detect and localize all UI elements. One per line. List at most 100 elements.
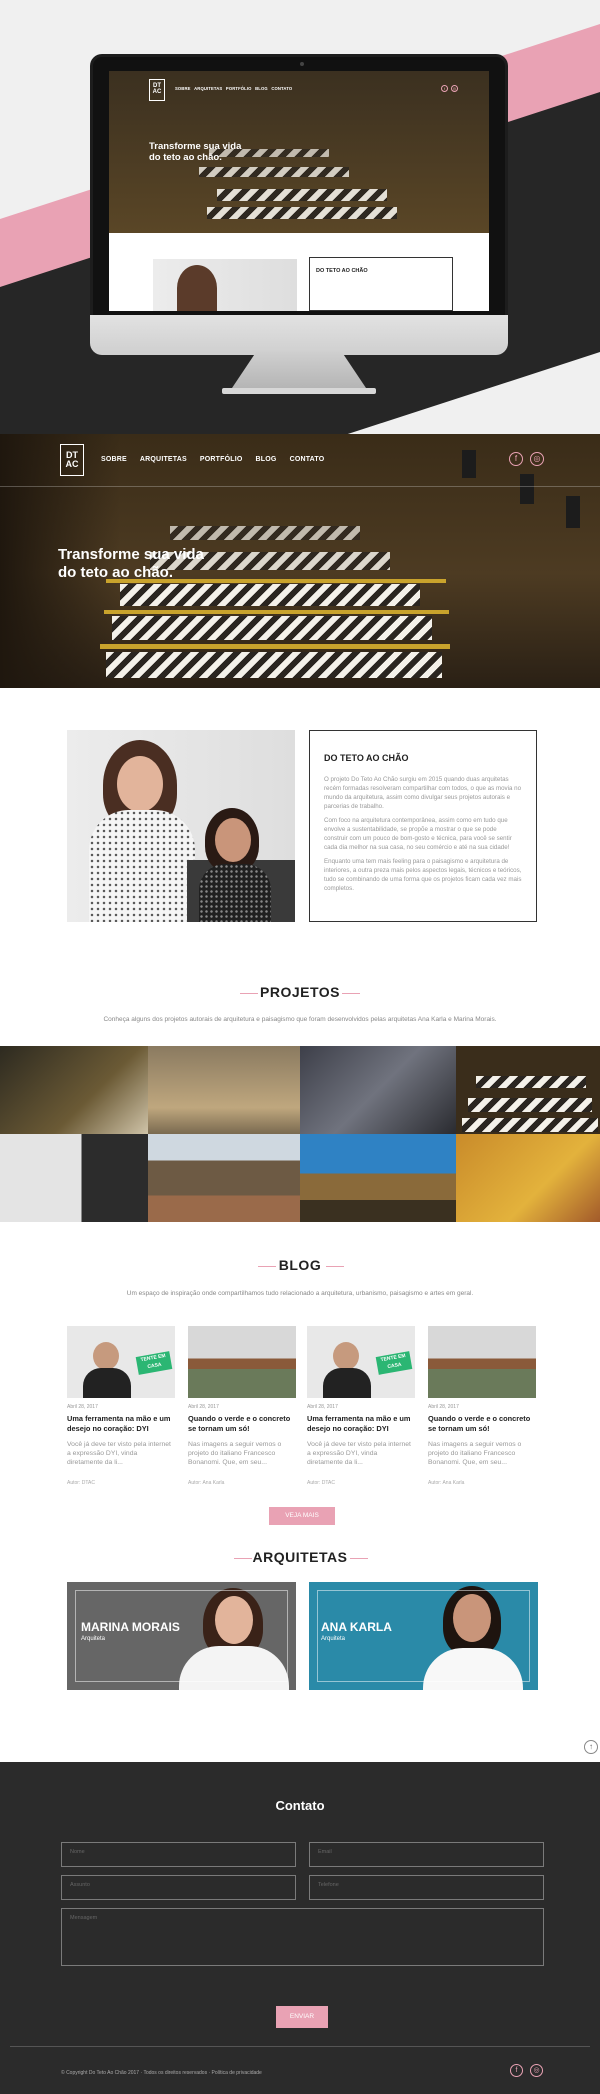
person-shirt xyxy=(323,1368,371,1398)
person2-top xyxy=(199,864,271,922)
screen-logo-bottom: AC xyxy=(152,89,162,95)
nav-arquitetas[interactable]: ARQUITETAS xyxy=(140,456,187,463)
screen-stair xyxy=(207,207,397,219)
footer-instagram-icon[interactable]: ◎ xyxy=(530,2064,543,2077)
phone-field[interactable]: Telefone xyxy=(309,1875,544,1900)
screen-logo: DT AC xyxy=(149,79,165,101)
post-date: Abril 28, 2017 xyxy=(307,1404,338,1410)
about-box: DO TETO AO CHÃO O projeto Do Teto Ao Chã… xyxy=(309,730,537,922)
post-excerpt: Você já deve ter visto pela internet a e… xyxy=(67,1441,171,1466)
post-author: Autor: DTAC xyxy=(67,1480,95,1486)
projects-subtitle: Conheça alguns dos projetos autorais de … xyxy=(103,1016,497,1023)
site-logo[interactable]: DT AC xyxy=(60,444,84,476)
screen-facebook-icon: f xyxy=(441,85,448,92)
project-tile[interactable] xyxy=(148,1046,300,1134)
nav-sobre[interactable]: SOBRE xyxy=(101,456,127,463)
hero-title-line2: do teto ao chão. xyxy=(58,564,174,581)
tile-stair xyxy=(476,1076,586,1088)
message-field[interactable]: Mensagem xyxy=(61,1908,544,1966)
screen-person xyxy=(177,265,217,311)
architect-card-ana[interactable]: ANA KARLA Arquiteta xyxy=(309,1582,538,1690)
about-photo xyxy=(67,730,295,922)
monitor-stand-base xyxy=(222,388,376,394)
tente-badge: TENTE EM CASA xyxy=(135,1351,173,1375)
hero-step-edge xyxy=(100,644,450,649)
blog-more-button[interactable]: VEJA MAIS xyxy=(269,1507,335,1525)
projects-title: PROJETOS xyxy=(260,984,340,1000)
monitor-chin xyxy=(90,315,508,355)
screen-stair xyxy=(199,167,349,177)
person2-face xyxy=(215,818,251,862)
blog-post-card[interactable]: TENTE EM CASA Abril 28, 2017 Uma ferrame… xyxy=(307,1326,415,1486)
contact-title: Contato xyxy=(275,1798,325,1813)
post-image xyxy=(428,1326,536,1398)
project-tile[interactable] xyxy=(456,1046,600,1134)
hero-mockup-section: DT AC SOBRE ARQUITETAS PORTFÓLIO BLOG CON… xyxy=(0,0,600,434)
hero-stair xyxy=(170,526,360,540)
architect-role: Arquiteta xyxy=(321,1636,346,1642)
project-tile[interactable] xyxy=(456,1134,600,1222)
post-title[interactable]: Quando o verde e o concreto se tornam um… xyxy=(188,1414,296,1434)
post-title[interactable]: Uma ferramenta na mão e um desejo no cor… xyxy=(307,1414,415,1434)
post-image: TENTE EM CASA xyxy=(67,1326,175,1398)
name-field[interactable]: Nome xyxy=(61,1842,296,1867)
tente-badge: TENTE EM CASA xyxy=(375,1351,413,1375)
screen-stair xyxy=(217,189,387,201)
blog-post-card[interactable]: Abril 28, 2017 Quando o verde e o concre… xyxy=(188,1326,296,1486)
blog-subtitle: Um espaço de inspiração onde compartilha… xyxy=(126,1290,474,1297)
screen-nav-portfolio: PORTFÓLIO xyxy=(225,87,252,92)
post-excerpt: Nas imagens a seguir vemos o projeto do … xyxy=(188,1441,282,1466)
post-title[interactable]: Quando o verde e o concreto se tornam um… xyxy=(428,1414,536,1434)
architect-role: Arquiteta xyxy=(81,1636,106,1642)
architect-card-marina[interactable]: MARINA MORAIS Arquiteta xyxy=(67,1582,296,1690)
nav-contato[interactable]: CONTATO xyxy=(290,456,325,463)
card-frame xyxy=(75,1590,288,1682)
tile-stair xyxy=(468,1098,592,1112)
hero-stair xyxy=(106,652,442,678)
project-tile[interactable] xyxy=(0,1046,148,1134)
post-author: Autor: Ana Karla xyxy=(428,1480,465,1486)
post-title[interactable]: Uma ferramenta na mão e um desejo no cor… xyxy=(67,1414,175,1434)
submit-button[interactable]: ENVIAR xyxy=(276,2006,328,2028)
wall-lamp xyxy=(462,450,476,478)
post-image: TENTE EM CASA xyxy=(307,1326,415,1398)
architect-name: MARINA MORAIS xyxy=(81,1620,180,1634)
person-head xyxy=(333,1342,359,1370)
wall-lamp xyxy=(566,496,580,528)
screen-about-title: DO TETO AO CHÃO xyxy=(316,268,368,274)
main-nav: SOBRE ARQUITETAS PORTFÓLIO BLOG CONTATO xyxy=(101,456,324,463)
wall-lamp xyxy=(520,474,534,504)
instagram-icon[interactable]: ◎ xyxy=(530,452,544,466)
project-tile[interactable] xyxy=(300,1046,456,1134)
screen-hero-title: Transforme sua vida do teto ao chão. xyxy=(149,141,241,163)
footer-facebook-icon[interactable]: f xyxy=(510,2064,523,2077)
card-frame xyxy=(317,1590,530,1682)
post-author: Autor: Ana Karla xyxy=(188,1480,225,1486)
facebook-icon[interactable]: f xyxy=(509,452,523,466)
architect-name: ANA KARLA xyxy=(321,1620,392,1634)
tile-stair xyxy=(462,1118,598,1132)
hero-title-line1: Transforme sua vida xyxy=(58,546,204,563)
scroll-top-icon[interactable]: ↑ xyxy=(584,1740,598,1754)
project-tile[interactable] xyxy=(300,1134,456,1222)
person-head xyxy=(93,1342,119,1370)
monitor-mockup: DT AC SOBRE ARQUITETAS PORTFÓLIO BLOG CON… xyxy=(90,54,508,355)
blog-post-card[interactable]: TENTE EM CASA Abril 28, 2017 Uma ferrame… xyxy=(67,1326,175,1486)
screen-nav-blog: BLOG xyxy=(255,87,268,92)
project-tile[interactable] xyxy=(0,1134,148,1222)
nav-blog[interactable]: BLOG xyxy=(256,456,277,463)
screen-nav: SOBRE ARQUITETAS PORTFÓLIO BLOG CONTATO xyxy=(175,87,292,91)
hero-stair xyxy=(112,616,432,640)
email-field[interactable]: Email xyxy=(309,1842,544,1867)
logo-bottom: AC xyxy=(65,459,79,469)
screen-nav-sobre: SOBRE xyxy=(175,87,191,92)
nav-portfolio[interactable]: PORTFÓLIO xyxy=(200,456,243,463)
post-date: Abril 28, 2017 xyxy=(428,1404,459,1410)
post-image xyxy=(188,1326,296,1398)
about-paragraph-2: Com foco na arquitetura contemporânea, a… xyxy=(324,817,512,851)
blog-post-card[interactable]: Abril 28, 2017 Quando o verde e o concre… xyxy=(428,1326,536,1486)
subject-field[interactable]: Assunto xyxy=(61,1875,296,1900)
hero-step-edge xyxy=(104,610,449,614)
project-tile[interactable] xyxy=(148,1134,300,1222)
post-excerpt: Nas imagens a seguir vemos o projeto do … xyxy=(428,1441,522,1466)
